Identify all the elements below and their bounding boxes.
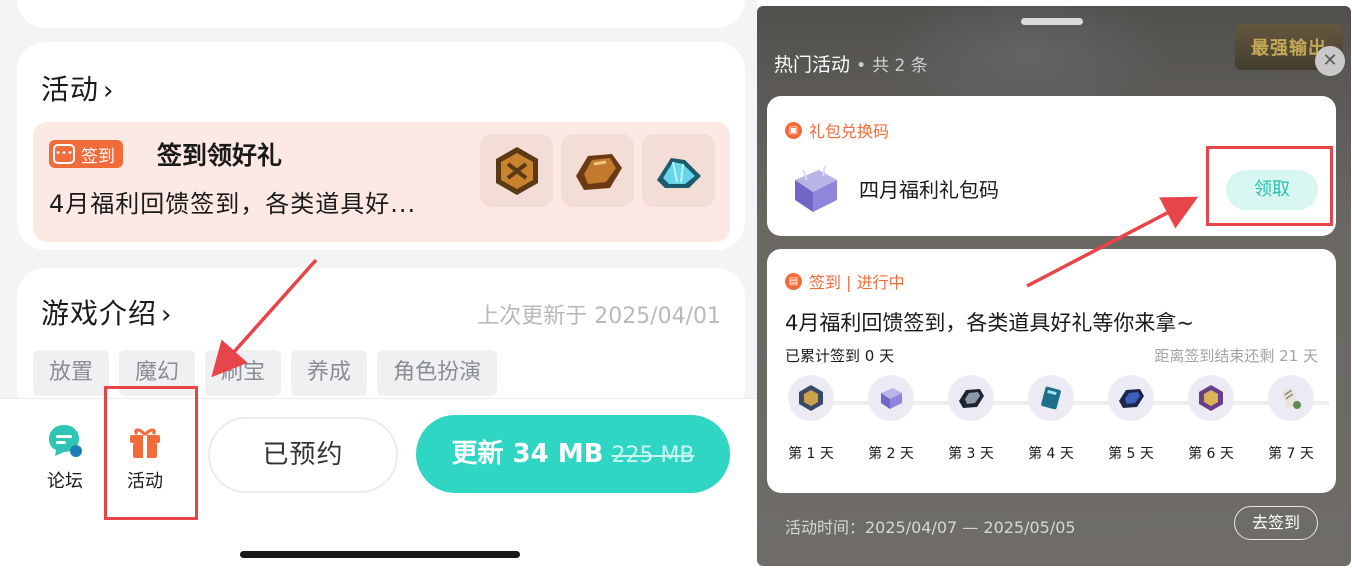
previous-card [17,0,745,28]
day-item: 第 5 天 [1101,375,1161,463]
reward-item [642,134,715,207]
day-item: 第 1 天 [781,375,841,463]
day-label: 第 3 天 [948,446,994,462]
gift-code-label-text: 礼包兑换码 [809,122,890,141]
sheet-title: 热门活动 • 共 2 条 [774,50,928,77]
reward-previews [480,134,715,207]
activity-item-name: 签到领好礼 [157,141,283,170]
day-item: 第 4 天 [1021,375,1081,463]
signin-status-text: 签到 | 进行中 [809,273,905,292]
day-item: 第 7 天 [1261,375,1321,463]
signin-description: 4月福利回馈签到，各类道具好礼等你来拿~ [785,311,1194,335]
gift-pack-icon [795,165,837,212]
title-separator: • [856,56,867,76]
activity-title-text: 活动 [41,73,100,106]
game-intro-title-text: 游戏介绍 [41,297,158,330]
gift-code-label: ▣ 礼包兑换码 [785,118,889,142]
tag[interactable]: 放置 [33,350,110,396]
reward-pack-icon [868,375,914,421]
crystal-icon [656,157,701,188]
forum-icon [49,425,82,457]
hot-activities-sheet-screen: 最强输出 热门活动 • 共 2 条 ✕ ▣ 礼包兑换码 四月福利礼包码 领取 ▤… [757,0,1352,570]
day-item: 第 3 天 [941,375,1001,463]
home-indicator [240,551,520,558]
bronze-medal-icon [495,146,538,195]
tag[interactable]: 刷宝 [205,350,282,396]
signin-badge: ••• 签到 [49,140,123,168]
calendar-icon: ••• [53,144,75,164]
activity-section-title[interactable]: 活动 › [41,68,114,108]
reward-medal-icon [788,375,834,421]
update-button[interactable]: 更新 34 MB 225 MB [416,415,730,493]
tag-list: 放置 魔幻 刷宝 养成 角色扮演 [33,350,498,396]
reserved-button[interactable]: 已预约 [208,417,398,493]
reward-book-icon [1028,375,1074,421]
day-item: 第 6 天 [1181,375,1241,463]
reward-medal-icon [1188,375,1234,421]
close-icon[interactable]: ✕ [1315,46,1345,76]
activity-section: 活动 › ••• 签到 签到领好礼 4月福利回馈签到，各类道具好... [17,42,745,250]
day-label: 第 1 天 [788,446,834,462]
reward-scroll-icon [1268,375,1314,421]
tag[interactable]: 角色扮演 [377,350,498,396]
activity-item-signin[interactable]: ••• 签到 签到领好礼 4月福利回馈签到，各类道具好... [33,122,730,242]
gift-item-name: 四月福利礼包码 [859,178,999,202]
last-updated-text: 上次更新于 2025/04/01 [477,304,721,329]
sheet-drag-handle[interactable] [1021,18,1083,25]
day-label: 第 4 天 [1028,446,1074,462]
update-old-size: 225 MB [611,443,695,468]
forum-button[interactable]: 论坛 [45,421,85,493]
activity-count: 共 2 条 [872,56,928,76]
go-signin-button[interactable]: 去签到 [1234,506,1318,540]
remaining-days: 距离签到结束还剩 21 天 [1154,347,1318,365]
activity-item-description: 4月福利回馈签到，各类道具好... [49,190,417,218]
tag[interactable]: 养成 [291,350,368,396]
hot-activities-sheet: 最强输出 热门活动 • 共 2 条 ✕ ▣ 礼包兑换码 四月福利礼包码 领取 ▤… [757,6,1351,566]
day-label: 第 5 天 [1108,446,1154,462]
ore-icon [575,153,622,190]
signin-status-label: ▤ 签到 | 进行中 [785,269,905,293]
signin-day-track: 第 1 天 第 2 天 第 3 天 第 4 天 第 5 天 第 6 天 第 7 … [781,375,1329,475]
reward-item [561,134,634,207]
calendar-small-icon: ▤ [785,272,802,290]
accumulated-days: 已累计签到 0 天 [785,347,895,365]
reward-ore-icon [1108,375,1154,421]
day-item: 第 2 天 [861,375,921,463]
reward-item [480,134,553,207]
game-intro-title[interactable]: 游戏介绍 › [41,292,172,332]
sheet-title-text: 热门活动 [774,54,851,76]
reward-ore-icon [948,375,994,421]
day-label: 第 2 天 [868,446,914,462]
day-label: 第 6 天 [1188,446,1234,462]
chevron-right-icon: › [103,76,115,106]
gift-small-icon: ▣ [785,121,802,139]
update-label: 更新 34 MB [451,439,604,469]
chevron-right-icon: › [161,300,173,330]
game-detail-panel: 活动 › ••• 签到 签到领好礼 4月福利回馈签到，各类道具好... 游戏介绍… [0,0,757,570]
signin-card[interactable]: ▤ 签到 | 进行中 4月福利回馈签到，各类道具好礼等你来拿~ 已累计签到 0 … [767,249,1336,493]
activity-period: 活动时间：2025/04/07 — 2025/05/05 [785,518,1076,537]
badge-label: 签到 [81,146,115,167]
day-label: 第 7 天 [1268,446,1314,462]
annotation-highlight-box [1206,146,1333,226]
forum-label: 论坛 [47,471,83,492]
annotation-highlight-box [104,386,198,520]
